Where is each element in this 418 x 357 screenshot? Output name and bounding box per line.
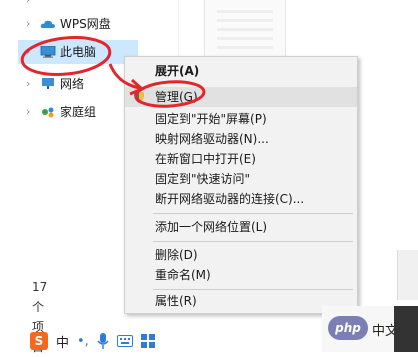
nav-item-wps[interactable]: › WPS网盘	[18, 12, 168, 36]
cloud-icon	[40, 20, 55, 28]
menu-item-label: 在新窗口中打开(E)	[155, 152, 256, 166]
menu-item-disconnect-drive[interactable]: 断开网络驱动器的连接(C)...	[125, 189, 357, 209]
context-menu: 展开(A) 管理(G) 固定到"开始"屏幕(P) 映射网络驱动器(N)... 在…	[124, 56, 358, 314]
thumbnail-line	[217, 37, 273, 40]
nav-item-label: 此电脑	[60, 45, 97, 59]
thumbnail-lines	[217, 10, 273, 55]
menu-item-map-drive[interactable]: 映射网络驱动器(N)...	[125, 129, 357, 149]
sogou-logo-icon[interactable]: S	[30, 332, 48, 350]
thumbnail-line	[217, 10, 273, 13]
menu-item-label: 展开(A)	[155, 64, 200, 78]
menu-item-label: 固定到"开始"屏幕(P)	[155, 112, 267, 126]
window-edge-dark	[394, 306, 418, 352]
menu-item-rename[interactable]: 重命名(M)	[125, 265, 357, 285]
menu-item-open-new-window[interactable]: 在新窗口中打开(E)	[125, 149, 357, 169]
keyboard-icon[interactable]	[116, 335, 133, 347]
window-edge	[397, 250, 418, 300]
microphone-icon[interactable]	[97, 333, 109, 349]
thumbnail-line	[217, 46, 273, 49]
network-icon	[42, 78, 54, 89]
menu-item-label: 重命名(M)	[155, 268, 211, 282]
menu-separator	[153, 289, 353, 290]
menu-item-label: 管理(G)	[155, 90, 198, 104]
computer-icon	[40, 46, 56, 58]
menu-item-pin-quick-access[interactable]: 固定到"快速访问"	[125, 169, 357, 189]
menu-item-label: 固定到"快速访问"	[155, 172, 251, 186]
shield-icon	[134, 91, 144, 103]
php-logo: php	[328, 316, 368, 340]
menu-item-pin-start[interactable]: 固定到"开始"屏幕(P)	[125, 109, 357, 129]
menu-item-label: 删除(D)	[155, 248, 198, 262]
menu-item-manage[interactable]: 管理(G)	[125, 87, 357, 107]
nav-item-label: WPS网盘	[60, 17, 111, 31]
nav-item-clipped[interactable]: ›	[18, 0, 168, 12]
menu-separator	[153, 213, 353, 214]
chevron-right-icon[interactable]: ›	[26, 12, 30, 36]
nav-item-this-pc[interactable]: › 此电脑	[18, 40, 138, 64]
menu-item-add-network-location[interactable]: 添加一个网络位置(L)	[125, 217, 357, 237]
menu-item-expand[interactable]: 展开(A)	[125, 61, 357, 81]
grid-menu-icon[interactable]	[140, 334, 155, 348]
homegroup-icon	[42, 107, 54, 118]
chevron-right-icon[interactable]: ›	[26, 72, 30, 96]
menu-item-label: 映射网络驱动器(N)...	[155, 132, 269, 146]
ime-toolbar: S 中 •,	[30, 330, 155, 352]
menu-item-label: 添加一个网络位置(L)	[155, 220, 268, 234]
menu-separator	[153, 241, 353, 242]
nav-item-label: 网络	[60, 77, 85, 91]
chevron-right-icon[interactable]: ›	[26, 40, 30, 64]
menu-item-label: 属性(R)	[155, 294, 197, 308]
ime-punctuation[interactable]: •,	[77, 334, 89, 349]
chevron-right-icon[interactable]: ›	[26, 100, 30, 124]
menu-item-delete[interactable]: 删除(D)	[125, 245, 357, 265]
ime-language[interactable]: 中	[56, 332, 69, 351]
chevron-right-icon[interactable]: ›	[26, 0, 30, 12]
thumbnail-line	[217, 19, 273, 22]
nav-item-label: 家庭组	[60, 105, 97, 119]
menu-item-label: 断开网络驱动器的连接(C)...	[155, 192, 305, 206]
thumbnail-line	[217, 28, 273, 31]
